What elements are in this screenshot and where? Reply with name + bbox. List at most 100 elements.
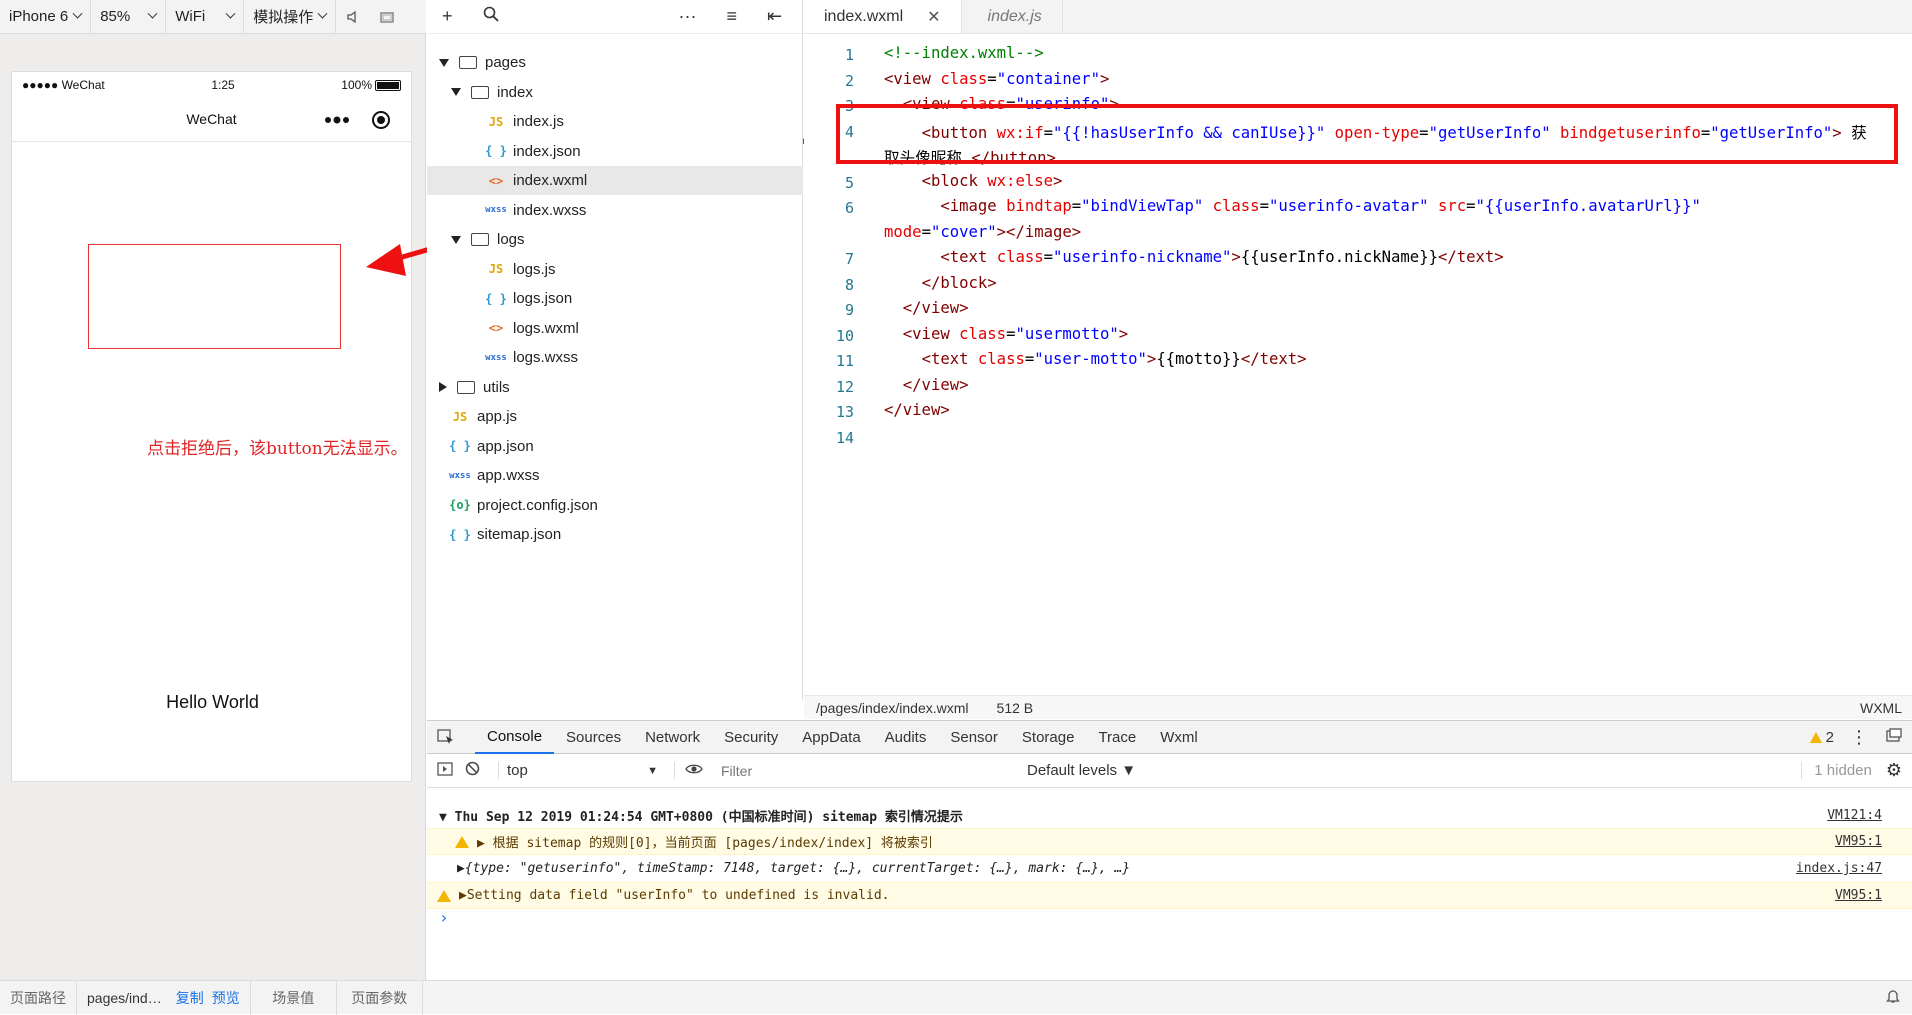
line-number: 8 (844, 275, 854, 294)
page-params[interactable]: 页面参数 (337, 980, 423, 1015)
source-link[interactable]: index.js:47 (1796, 861, 1882, 876)
clear-console-icon[interactable] (465, 761, 480, 780)
zoom-select[interactable]: 85% (91, 0, 167, 34)
collapse-all-icon[interactable]: ≡ (727, 6, 738, 27)
sidebar-toggle-icon[interactable] (437, 761, 453, 780)
tree-item-logs-json[interactable]: { } logs.json (427, 284, 803, 313)
tab-index-wxml[interactable]: index.wxml ✕ (804, 0, 962, 33)
devtools-tab-wxml[interactable]: Wxml (1148, 721, 1210, 754)
code-line: </block> (921, 273, 997, 292)
warning-count: 2 (1825, 728, 1834, 746)
close-icon[interactable]: ✕ (927, 7, 940, 27)
source-link[interactable]: VM95:1 (1835, 888, 1882, 903)
console-toolbar: top ▼ Default levels ▼ 1 hidden ⚙ (427, 754, 1912, 788)
tree-item-pages[interactable]: pages (427, 48, 803, 77)
tree-item-label: logs.wxml (513, 319, 579, 337)
json-file-icon: { } (485, 144, 507, 158)
battery-indicator: 100% (341, 78, 401, 92)
devtools-tab-storage[interactable]: Storage (1010, 721, 1087, 754)
devtools-tab-security[interactable]: Security (712, 721, 790, 754)
close-miniprogram-icon[interactable] (371, 110, 391, 130)
eye-icon[interactable] (674, 762, 703, 779)
console-message[interactable]: ▶{type: "getuserinfo", timeStamp: 7148, … (427, 855, 1912, 882)
code-line: <block wx:else> (921, 171, 1063, 190)
line-number: 6 (844, 199, 854, 217)
devtools-tabs: Console Sources Network Security AppData Audi… (427, 721, 1912, 754)
console-prompt[interactable]: › (427, 904, 1912, 931)
tree-item-index-wxml[interactable]: <> index.wxml (427, 166, 803, 195)
devtools-tab-sources[interactable]: Sources (554, 721, 633, 754)
tree-item-app-json[interactable]: { } app.json (427, 432, 803, 461)
line-number: 14 (835, 428, 854, 447)
network-select[interactable]: WiFi (166, 0, 245, 34)
copy-link[interactable]: 复制 (172, 981, 208, 1015)
caret-right-icon[interactable] (439, 382, 447, 392)
mute-icon[interactable] (336, 0, 370, 34)
search-icon[interactable] (483, 6, 499, 27)
tree-item-app-js[interactable]: JS app.js (427, 402, 803, 431)
devtools-tab-console[interactable]: Console (475, 721, 555, 754)
log-levels-select[interactable]: Default levels ▼ (1027, 762, 1136, 779)
simulator-toolbar: iPhone 6 85% WiFi 模拟操作 (0, 0, 426, 34)
device-select[interactable]: iPhone 6 (0, 0, 92, 34)
tree-item-label: sitemap.json (477, 526, 562, 543)
dock-icon[interactable] (1886, 728, 1902, 746)
inspect-icon[interactable] (427, 721, 465, 754)
tree-item-index-json[interactable]: { } index.json (427, 137, 803, 166)
devtools-tab-network[interactable]: Network (633, 721, 712, 754)
source-link[interactable]: VM121:4 (1827, 808, 1882, 823)
devtools-tab-appdata[interactable]: AppData (790, 721, 872, 754)
language-mode[interactable]: WXML (1860, 700, 1902, 716)
js-file-icon: JS (488, 114, 504, 129)
code-line: <text class="userinfo-nickname">{{userIn… (940, 248, 1504, 266)
tree-item-index-js[interactable]: JS index.js (427, 107, 803, 136)
devtools-tab-audits[interactable]: Audits (873, 721, 939, 754)
code-line: <!--index.wxml--> (884, 44, 1044, 62)
caret-down-icon[interactable] (439, 58, 449, 67)
preview-link[interactable]: 预览 (208, 980, 251, 1015)
chevron-down-icon (225, 8, 236, 19)
battery-icon (375, 79, 401, 91)
tree-item-logs-wxss[interactable]: wxss logs.wxss (427, 343, 803, 372)
motto-text: Hello World (166, 692, 259, 712)
tree-item-logs[interactable]: logs (427, 225, 803, 254)
source-link[interactable]: VM95:1 (1835, 834, 1882, 849)
caret-down-icon[interactable] (451, 88, 461, 96)
console-message[interactable]: ▼ Thu Sep 12 2019 01:24:54 GMT+0800 (中国标… (427, 802, 1912, 829)
tab-label: index.wxml (824, 7, 904, 25)
tab-index-js[interactable]: index.js (962, 0, 1063, 33)
add-icon[interactable]: + (442, 6, 453, 27)
tree-item-index[interactable]: index (427, 78, 803, 107)
more-icon[interactable] (324, 116, 350, 124)
tree-item-logs-js[interactable]: JS logs.js (427, 255, 803, 284)
devtools-right-controls: 2 ⋮ (1809, 721, 1912, 754)
tree-item-sitemap-json[interactable]: { } sitemap.json (427, 520, 803, 549)
tree-item-project-config-json[interactable]: {o} project.config.json (427, 491, 803, 520)
more-icon[interactable]: ··· (679, 6, 697, 27)
devtools-tab-trace[interactable]: Trace (1086, 721, 1148, 754)
caret-down-icon[interactable] (451, 235, 461, 244)
tree-item-index-wxss[interactable]: wxss index.wxss (427, 196, 803, 225)
console-filter-input[interactable] (717, 758, 1017, 783)
phone-screen: ●●●●● WeChat 1:25 100% WeChat Hello Worl… (11, 71, 412, 782)
warning-icon[interactable] (1809, 731, 1822, 743)
devtools-tab-sensor[interactable]: Sensor (938, 721, 1010, 754)
console-message[interactable]: ▶ 根据 sitemap 的规则[0]，当前页面 [pages/index/in… (427, 828, 1912, 855)
tree-item-label: app.js (477, 408, 518, 425)
phone-nav-bar: WeChat (12, 97, 411, 142)
dock-left-icon[interactable]: ⇤ (767, 6, 782, 27)
gear-icon[interactable]: ⚙ (1886, 760, 1902, 781)
notification-bell-icon[interactable] (1886, 988, 1900, 1007)
chevron-down-icon (147, 8, 158, 19)
tree-item-app-wxss[interactable]: wxss app.wxss (427, 461, 803, 490)
code-line: <view class="container"> (884, 69, 1110, 88)
window-icon[interactable] (370, 0, 404, 34)
scene-value[interactable]: 场景值 (251, 980, 337, 1015)
tree-item-label: index (497, 83, 533, 101)
tree-item-utils[interactable]: utils (427, 373, 803, 402)
chevron-down-icon (72, 8, 83, 19)
more-vertical-icon[interactable]: ⋮ (1850, 727, 1868, 748)
simulate-operation-select[interactable]: 模拟操作 (244, 0, 337, 34)
context-select[interactable]: top ▼ (498, 762, 668, 779)
tree-item-logs-wxml[interactable]: <> logs.wxml (427, 314, 803, 343)
